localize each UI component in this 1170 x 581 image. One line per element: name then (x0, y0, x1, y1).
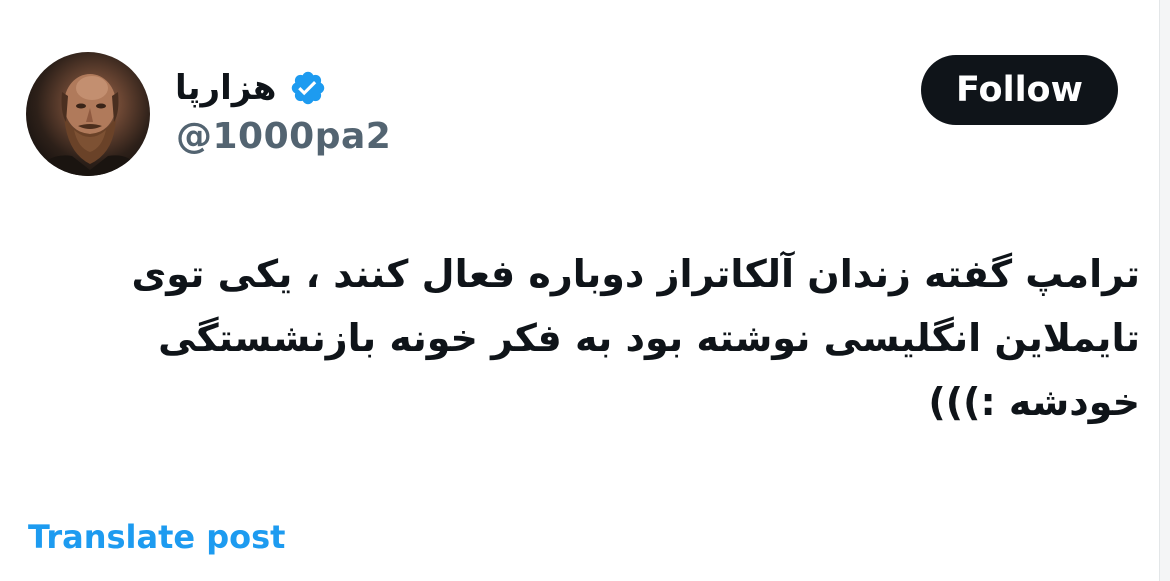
avatar[interactable] (26, 52, 150, 176)
post-text: ترامپ گفته زندان آلکاتراز دوباره فعال کن… (131, 252, 1140, 424)
verified-badge-icon[interactable] (289, 69, 327, 107)
scrollbar-track (1159, 0, 1170, 581)
author-display-name[interactable]: هزارپا (175, 68, 277, 108)
author-handle[interactable]: @1000pa2 (176, 116, 391, 157)
translate-post-link[interactable]: Translate post (28, 518, 285, 556)
follow-button[interactable]: Follow (921, 55, 1118, 125)
author-name-row: هزارپا (175, 64, 327, 112)
avatar-portrait-icon (36, 74, 144, 176)
